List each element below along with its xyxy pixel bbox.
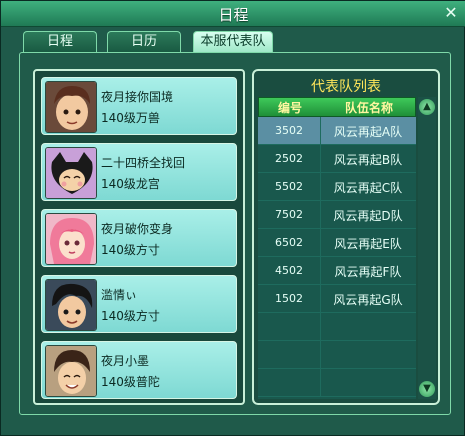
team-number: 4502 [275, 264, 303, 277]
team-list-panel: 代表队列表 编号 队伍名称 3502 风云再起A队 2502 风云再起B队 55… [252, 69, 440, 405]
member-level-school: 140级普陀 [101, 375, 160, 389]
member-card[interactable]: 夜月接你国境 140级万兽 [41, 77, 237, 135]
team-name: 风云再起B队 [333, 153, 403, 167]
member-level-school: 140级龙宫 [101, 177, 160, 191]
tab-server-team[interactable]: 本服代表队 [193, 31, 273, 52]
member-name: 夜月接你国境 [101, 90, 174, 104]
member-level-school: 140级方寸 [101, 309, 160, 323]
member-name: 夜月破你变身 [101, 222, 174, 236]
team-name: 风云再起F队 [334, 265, 402, 279]
table-row[interactable]: 5502 风云再起C队 [258, 173, 416, 201]
team-name: 风云再起D队 [333, 209, 403, 223]
smiling-boy-avatar [45, 345, 97, 397]
team-number: 1502 [275, 292, 303, 305]
close-icon[interactable]: ✕ [442, 4, 460, 22]
window-title: 日程 [218, 6, 249, 24]
member-name: 二十四桥全找回 [101, 156, 186, 170]
table-row[interactable]: 7502 风云再起D队 [258, 201, 416, 229]
column-number-header[interactable]: 编号 [259, 99, 321, 116]
team-number: 6502 [275, 236, 303, 249]
team-number: 5502 [275, 180, 303, 193]
empty-row [258, 313, 416, 341]
member-card[interactable]: 滥情ぃ 140级方寸 [41, 275, 237, 333]
team-name: 风云再起C队 [333, 181, 403, 195]
scroll-down-icon[interactable]: ▼ [419, 381, 435, 397]
member-level-school: 140级方寸 [101, 243, 160, 257]
team-number: 3502 [275, 124, 303, 137]
black-hair-boy-avatar [45, 279, 97, 331]
masked-cat-avatar [45, 147, 97, 199]
team-list-body: 3502 风云再起A队 2502 风云再起B队 5502 风云再起C队 7502… [258, 117, 416, 399]
member-card[interactable]: 夜月小墨 140级普陀 [41, 341, 237, 399]
team-name: 风云再起E队 [334, 237, 402, 251]
column-divider [320, 341, 321, 369]
tab-schedule[interactable]: 日程 [23, 31, 97, 52]
member-name: 滥情ぃ [101, 288, 138, 302]
member-name: 夜月小墨 [101, 354, 150, 368]
team-number: 7502 [275, 208, 303, 221]
table-row[interactable]: 1502 风云再起G队 [258, 285, 416, 313]
team-list-header: 编号 队伍名称 [258, 97, 416, 117]
table-row[interactable]: 3502 风云再起A队 [258, 117, 416, 145]
team-name: 风云再起A队 [333, 125, 403, 139]
member-list: 夜月接你国境 140级万兽 二十四桥全找回 140级龙宫 夜月破你变身 140级… [33, 69, 245, 405]
column-divider [320, 369, 321, 397]
boy-brown-hair-avatar [45, 81, 97, 133]
column-team-name-header[interactable]: 队伍名称 [321, 99, 417, 116]
pink-hair-girl-avatar [45, 213, 97, 265]
member-level-school: 140级万兽 [101, 111, 160, 125]
content-panel: 夜月接你国境 140级万兽 二十四桥全找回 140级龙宫 夜月破你变身 140级… [19, 52, 451, 415]
team-list-title: 代表队列表 [311, 79, 381, 95]
tab-calendar[interactable]: 日历 [107, 31, 181, 52]
table-row[interactable]: 6502 风云再起E队 [258, 229, 416, 257]
member-card[interactable]: 夜月破你变身 140级方寸 [41, 209, 237, 267]
empty-row [258, 341, 416, 369]
table-row[interactable]: 4502 风云再起F队 [258, 257, 416, 285]
team-list-scrollbar[interactable]: ▲ ▼ [418, 97, 436, 399]
member-card[interactable]: 二十四桥全找回 140级龙宫 [41, 143, 237, 201]
empty-row [258, 369, 416, 397]
table-row[interactable]: 2502 风云再起B队 [258, 145, 416, 173]
schedule-window: 日程 ✕ 日程 日历 本服代表队 夜月接你国境 140级万兽 二十四桥全找回 1… [0, 0, 465, 436]
title-bar: 日程 ✕ [1, 1, 465, 27]
team-number: 2502 [275, 152, 303, 165]
scroll-up-icon[interactable]: ▲ [419, 99, 435, 115]
column-divider [320, 313, 321, 341]
team-name: 风云再起G队 [333, 293, 403, 307]
